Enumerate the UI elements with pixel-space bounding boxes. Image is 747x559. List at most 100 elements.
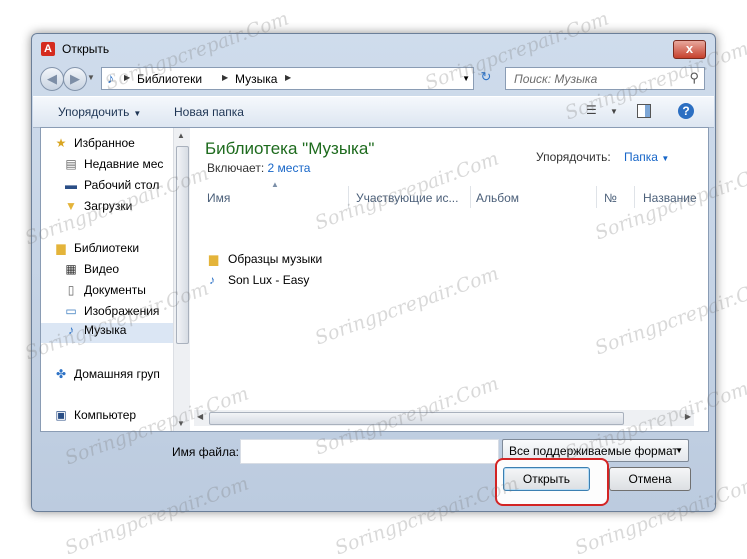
- homegroup-icon: ✤: [55, 367, 67, 381]
- content-area: ★ Избранное ▤ Недавние мес ▬ Рабочий стол ▼…: [40, 127, 709, 432]
- open-button[interactable]: Открыть: [503, 467, 590, 491]
- scrollbar-thumb[interactable]: [209, 412, 624, 425]
- column-header-album[interactable]: Альбом: [476, 191, 519, 205]
- computer-icon: ▣: [55, 408, 67, 422]
- pictures-icon: ▭: [65, 304, 77, 318]
- column-divider[interactable]: [634, 186, 635, 208]
- file-type-value: Все поддерживаемые формат: [509, 444, 678, 458]
- horizontal-scrollbar[interactable]: ◀ ▶: [194, 410, 694, 426]
- cancel-button[interactable]: Отмена: [609, 467, 691, 491]
- breadcrumb-arrow-icon[interactable]: ▶: [124, 73, 130, 82]
- refresh-icon: ↻: [480, 69, 492, 84]
- desktop-icon: ▬: [65, 178, 77, 192]
- file-name: Son Lux - Easy: [228, 273, 310, 287]
- arrange-by-value: Папка: [624, 150, 658, 164]
- sidebar-item-recent-places[interactable]: ▤ Недавние мес: [63, 157, 181, 177]
- list-item[interactable]: ▆ Образцы музыки: [209, 252, 322, 266]
- window-title: Открыть: [62, 42, 110, 56]
- documents-icon: ▯: [67, 283, 75, 297]
- title-bar: A Открыть x: [32, 34, 715, 62]
- sidebar-item-label: Недавние мес: [84, 157, 164, 171]
- column-header-artists[interactable]: Участвующие ис...: [356, 191, 458, 205]
- refresh-button[interactable]: ↻: [476, 69, 496, 87]
- search-placeholder: Поиск: Музыка: [514, 72, 598, 86]
- back-button[interactable]: ◀: [40, 67, 64, 91]
- preview-pane-icon[interactable]: [637, 104, 651, 118]
- downloads-icon: ▼: [65, 199, 77, 213]
- organize-label: Упорядочить: [58, 105, 130, 119]
- filename-label: Имя файла:: [172, 445, 239, 459]
- breadcrumb-libraries[interactable]: Библиотеки: [137, 72, 202, 86]
- sidebar-item-label: Библиотеки: [74, 241, 140, 255]
- video-icon: ▦: [65, 262, 77, 276]
- column-header-number[interactable]: №: [604, 191, 617, 205]
- sidebar-item-pictures[interactable]: ▭ Изображения: [63, 304, 181, 324]
- sidebar-item-video[interactable]: ▦ Видео: [63, 262, 181, 282]
- sidebar-item-favorites[interactable]: ★ Избранное: [53, 136, 181, 156]
- sidebar-item-label: Загрузки: [84, 199, 133, 213]
- sidebar-item-music[interactable]: ♪ Музыка: [41, 323, 173, 343]
- sidebar-item-documents[interactable]: ▯ Документы: [63, 283, 181, 303]
- sort-indicator-icon: ▲: [271, 180, 279, 189]
- breadcrumb-music[interactable]: Музыка: [235, 72, 277, 86]
- sidebar-item-libraries[interactable]: ▆ Библиотеки: [53, 241, 181, 261]
- new-folder-button[interactable]: Новая папка: [174, 105, 244, 119]
- sidebar-item-label: Видео: [84, 262, 120, 276]
- arrange-by-label: Упорядочить:: [536, 150, 611, 164]
- sidebar-item-label: Компьютер: [74, 408, 137, 422]
- change-view-icon[interactable]: ☰: [586, 103, 602, 119]
- scroll-left-icon[interactable]: ◀: [197, 412, 203, 421]
- chevron-down-icon: ▼: [133, 109, 142, 118]
- folder-icon: ▆: [209, 252, 219, 266]
- view-dropdown-icon[interactable]: ▼: [610, 107, 626, 123]
- organize-button[interactable]: Упорядочить ▼: [58, 105, 141, 119]
- recent-places-icon: ▤: [65, 157, 77, 171]
- sidebar-item-label: Музыка: [84, 323, 127, 337]
- column-divider[interactable]: [470, 186, 471, 208]
- sidebar-item-computer[interactable]: ▣ Компьютер: [53, 408, 181, 428]
- filename-input[interactable]: [240, 439, 499, 464]
- column-header-title[interactable]: Название: [643, 191, 697, 205]
- includes-locations-link[interactable]: 2 места: [268, 161, 311, 175]
- help-icon[interactable]: ?: [678, 103, 694, 119]
- library-title: Библиотека "Музыка": [205, 139, 375, 158]
- close-button[interactable]: x: [673, 40, 706, 59]
- forward-arrow-icon: ▶: [70, 71, 80, 86]
- chevron-down-icon: ▼: [661, 154, 670, 163]
- scrollbar-thumb[interactable]: [176, 146, 189, 344]
- libraries-icon: ▆: [56, 241, 66, 255]
- sidebar-item-label: Изображения: [84, 304, 160, 318]
- address-bar[interactable]: ♪ ▶ Библиотеки ▶ Музыка ▶ ▼: [101, 67, 474, 90]
- forward-button[interactable]: ▶: [63, 67, 87, 91]
- sidebar-scrollbar[interactable]: ▲ ▼: [173, 128, 190, 431]
- arrange-by-dropdown[interactable]: Папка ▼: [624, 150, 669, 164]
- sidebar-item-label: Документы: [84, 283, 146, 297]
- column-divider[interactable]: [348, 186, 349, 208]
- file-list-pane: Библиотека "Музыка" Включает: 2 места Уп…: [191, 128, 708, 431]
- library-includes: Включает: 2 места: [207, 161, 310, 175]
- search-icon[interactable]: ⚲: [689, 70, 699, 86]
- search-input[interactable]: Поиск: Музыка ⚲: [505, 67, 705, 90]
- scroll-up-icon[interactable]: ▲: [177, 131, 185, 140]
- breadcrumb-arrow-icon[interactable]: ▶: [222, 73, 228, 82]
- scroll-right-icon[interactable]: ▶: [685, 412, 691, 421]
- acrobat-app-icon: A: [41, 42, 55, 56]
- breadcrumb-arrow-icon[interactable]: ▶: [285, 73, 291, 82]
- command-toolbar: Упорядочить ▼ Новая папка ☰ ▼ ?: [33, 96, 714, 128]
- sidebar-item-downloads[interactable]: ▼ Загрузки: [63, 199, 181, 219]
- column-divider[interactable]: [596, 186, 597, 208]
- address-dropdown-icon[interactable]: ▼: [462, 74, 470, 83]
- column-header-name[interactable]: Имя: [207, 191, 230, 205]
- recent-pages-dropdown-icon[interactable]: ▼: [87, 73, 95, 82]
- sidebar-item-desktop[interactable]: ▬ Рабочий стол: [63, 178, 181, 198]
- music-icon: ♪: [68, 323, 74, 337]
- sidebar-item-homegroup[interactable]: ✤ Домашняя груп: [53, 367, 181, 387]
- includes-label: Включает:: [207, 161, 265, 175]
- sidebar-item-label: Избранное: [74, 136, 135, 150]
- scroll-down-icon[interactable]: ▼: [177, 419, 185, 428]
- list-item[interactable]: ♪ Son Lux - Easy: [209, 273, 309, 287]
- audio-file-icon: ♪: [209, 273, 215, 287]
- sidebar-item-label: Рабочий стол: [84, 178, 160, 192]
- file-name: Образцы музыки: [228, 252, 323, 266]
- sidebar-item-label: Домашняя груп: [74, 367, 160, 381]
